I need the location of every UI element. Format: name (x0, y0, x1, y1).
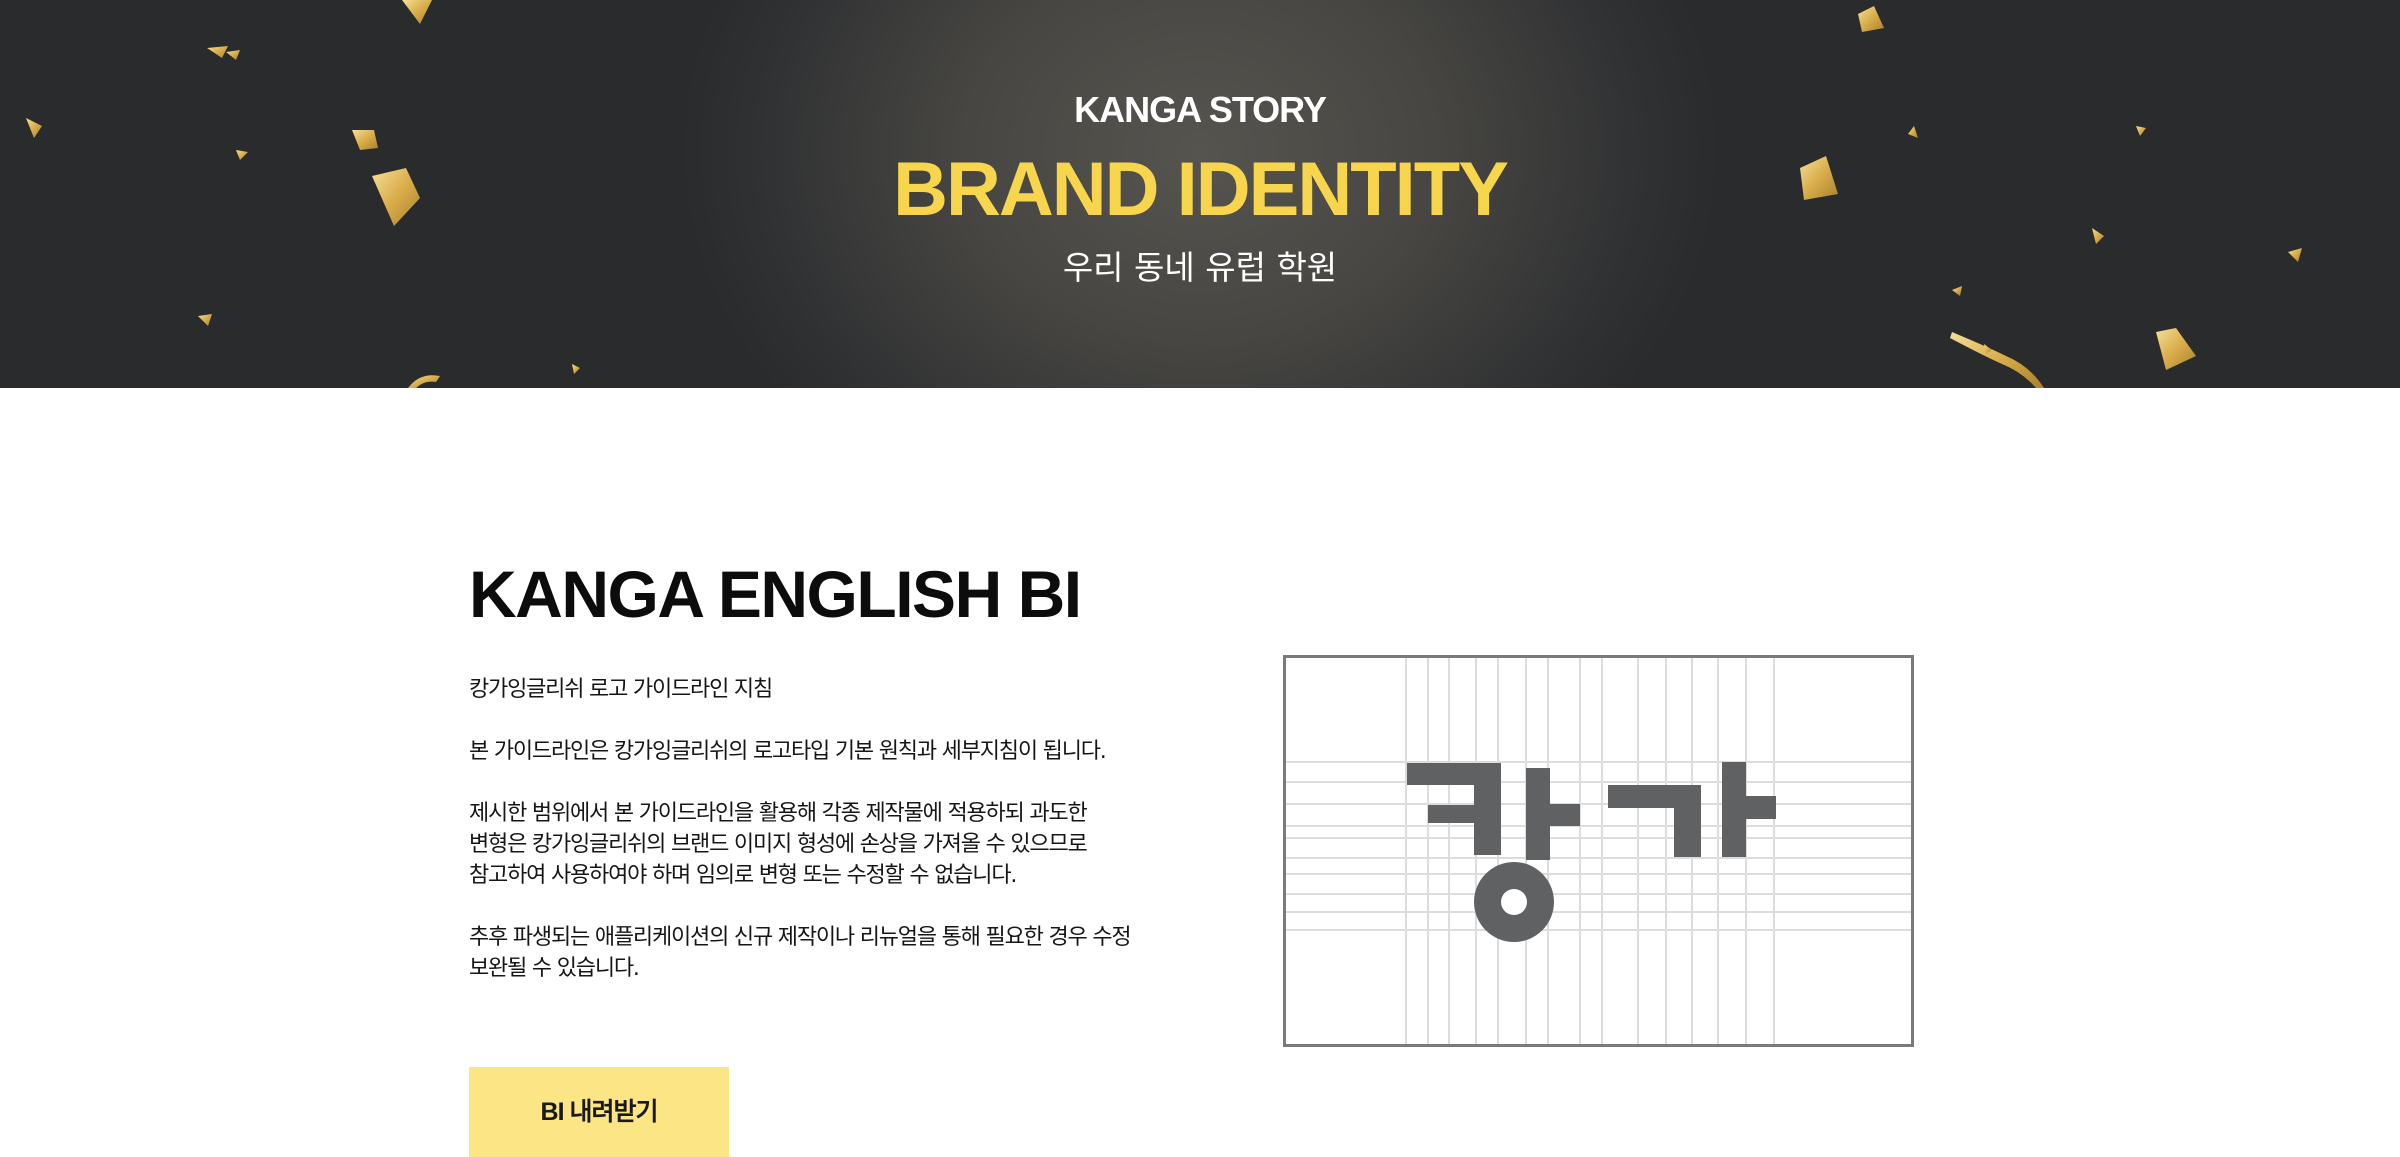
bi-paragraph: 본 가이드라인은 캉가잉글리쉬의 로고타입 기본 원칙과 세부지침이 됩니다. (469, 739, 1107, 764)
bi-paragraph: 추후 파생되는 애플리케이션의 신규 제작이나 리뉴얼을 통해 필요한 경우 수… (469, 925, 1132, 981)
hero-title: BRAND IDENTITY (893, 147, 1509, 232)
logo-grid-illustration (1283, 655, 1914, 1047)
bi-description: 캉가잉글리쉬 로고 가이드라인 지침 본 가이드라인은 캉가잉글리쉬의 로고타입… (469, 674, 1209, 1015)
logo-wordmark-grid (1286, 658, 1911, 1044)
bi-download-button[interactable]: BI 내려받기 (469, 1067, 729, 1157)
hero-subtitle: 우리 동네 유럽 학원 (1062, 248, 1338, 287)
bi-heading: KANGA ENGLISH BI (469, 557, 1082, 631)
hero-kicker: KANGA STORY (1074, 89, 1327, 130)
bi-paragraph: 캉가잉글리쉬 로고 가이드라인 지침 (469, 677, 773, 702)
bi-paragraph: 제시한 범위에서 본 가이드라인을 활용해 각종 제작물에 적용하되 과도한 변… (469, 801, 1088, 888)
hero-banner: KANGA STORY BRAND IDENTITY 우리 동네 유럽 학원 (0, 0, 2400, 388)
